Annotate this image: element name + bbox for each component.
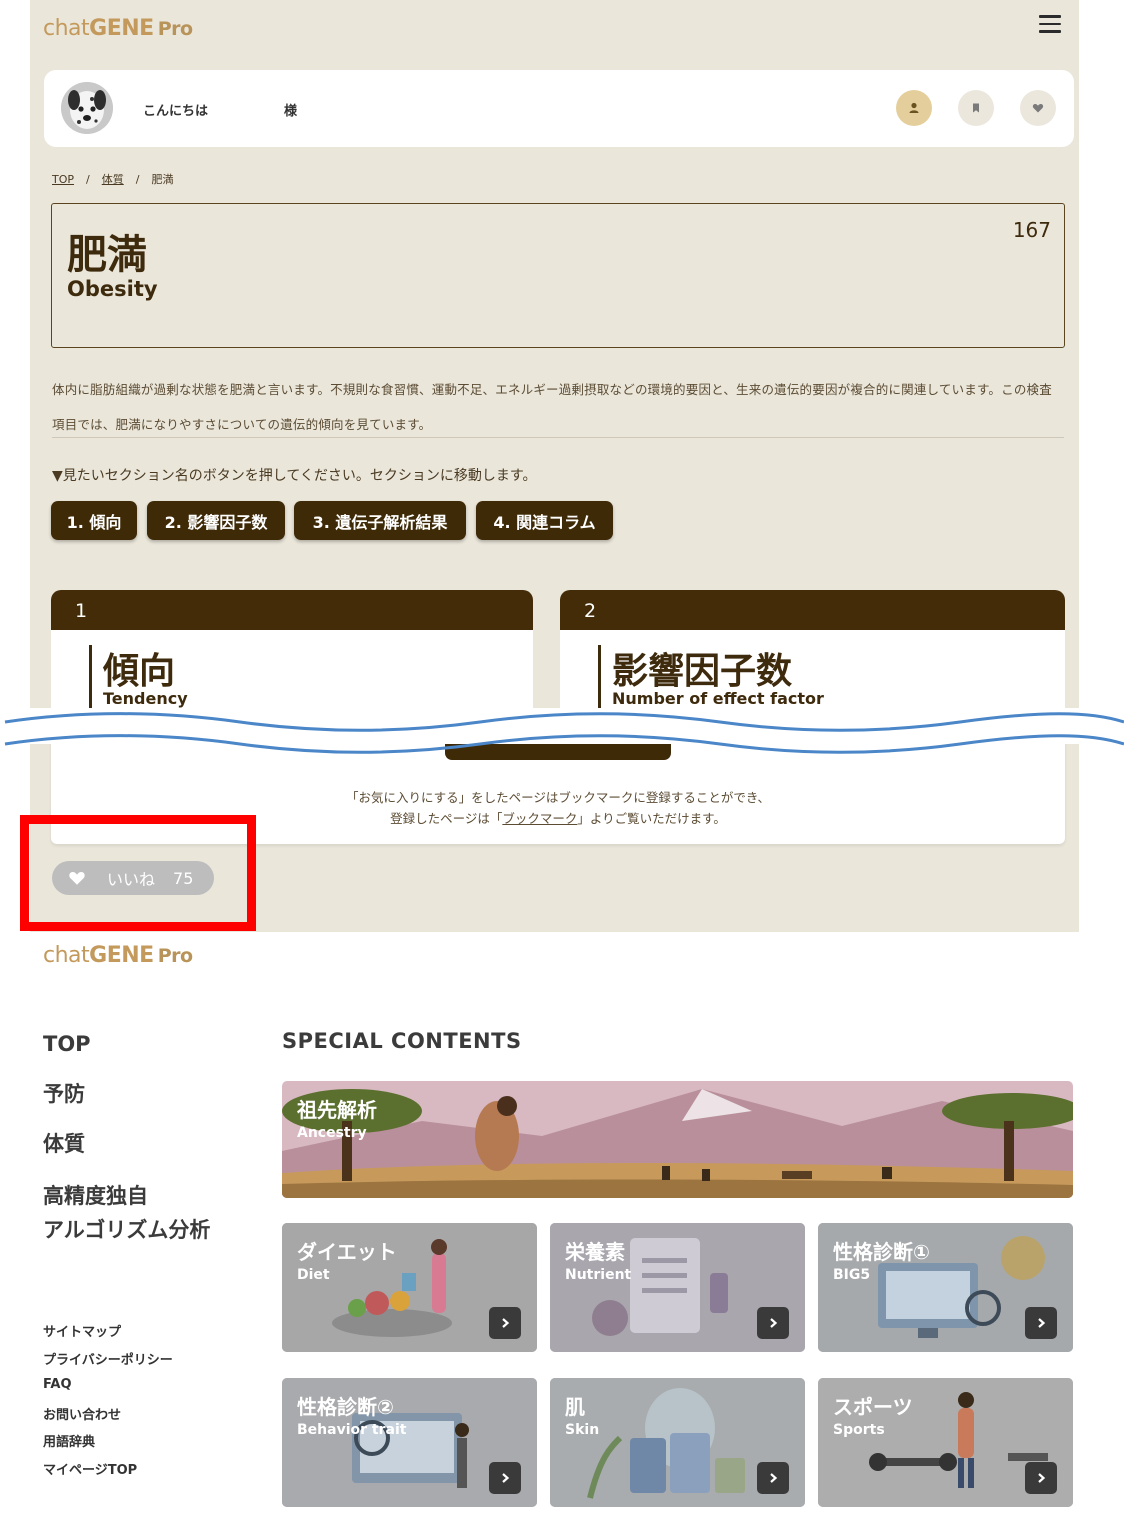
tile-title: ダイエット	[297, 1240, 397, 1264]
section-button-effect-factor[interactable]: 2. 影響因子数	[147, 501, 285, 540]
tile-subtitle: Diet	[297, 1267, 330, 1283]
section-button-tendency[interactable]: 1. 傾向	[51, 501, 137, 540]
tile-title: スポーツ	[833, 1395, 913, 1419]
footer-nav-prevention[interactable]: 予防	[43, 1077, 85, 1111]
footer-link-privacy[interactable]: プライバシーポリシー	[43, 1349, 173, 1368]
section-button-column[interactable]: 4. 関連コラム	[476, 501, 613, 540]
special-contents-title: SPECIAL CONTENTS	[282, 1029, 522, 1053]
highlight-box	[20, 815, 256, 931]
section-card-effect-factor: 2 影響因子数 Number of effect factor	[560, 590, 1065, 720]
bookmark-list-button[interactable]	[958, 90, 994, 126]
item-title-box: 肥満 Obesity 167	[51, 203, 1065, 348]
breadcrumb: TOP / 体質 / 肥満	[52, 173, 174, 186]
chevron-right-icon	[757, 1307, 789, 1339]
footer-nav-algorithm-line1: 高精度独自	[43, 1184, 148, 1208]
footer-link-mypage[interactable]: マイページTOP	[43, 1459, 137, 1478]
tile-title: 性格診断②	[297, 1395, 394, 1419]
item-description: 体内に脂肪組織が過剰な状態を肥満と言います。不規則な食習慣、運動不足、エネルギー…	[52, 382, 1052, 432]
logo-gene: GENE	[89, 16, 154, 41]
logo-chat: chat	[43, 16, 90, 41]
item-count: 167	[1012, 218, 1051, 242]
logo-gene: GENE	[89, 943, 154, 968]
footer-link-contact[interactable]: お問い合わせ	[43, 1404, 121, 1423]
tile-subtitle: Behavior trait	[297, 1422, 407, 1438]
tile-big5[interactable]: 性格診断① BIG5	[818, 1223, 1073, 1352]
honorific-text: 様	[284, 104, 298, 119]
bookmark-link[interactable]: ブックマーク	[502, 811, 577, 826]
tile-skin[interactable]: 肌 Skin	[550, 1378, 805, 1507]
tile-subtitle: BIG5	[833, 1267, 871, 1283]
breadcrumb-top-link[interactable]: TOP	[52, 173, 74, 186]
section-button-gene-result[interactable]: 3. 遺伝子解析結果	[294, 501, 466, 540]
likes-list-button[interactable]	[1020, 90, 1056, 126]
logo-pro: Pro	[157, 945, 193, 967]
chevron-right-icon	[489, 1462, 521, 1494]
bookmark-note-line1: 「お気に入りにする」をしたページはブックマークに登録することができ、	[345, 790, 770, 805]
ancestry-banner[interactable]: 祖先解析 Ancestry	[282, 1081, 1073, 1198]
footer-nav-constitution[interactable]: 体質	[43, 1127, 85, 1161]
page-subtitle: Obesity	[67, 277, 158, 301]
wave-break-divider	[0, 708, 1124, 754]
tile-subtitle: Skin	[565, 1422, 600, 1438]
footer-link-sitemap[interactable]: サイトマップ	[43, 1321, 121, 1340]
chevron-right-icon	[1025, 1462, 1057, 1494]
bookmark-note-post: 」よりご覧いただけます。	[577, 811, 726, 826]
divider	[52, 437, 1064, 438]
ancestry-title: 祖先解析	[297, 1098, 377, 1122]
avatar[interactable]	[61, 82, 113, 134]
heart-icon	[1032, 104, 1044, 113]
card-title: 傾向	[103, 651, 176, 692]
logo-chat: chat	[43, 943, 90, 968]
tile-subtitle: Nutrient	[565, 1267, 632, 1283]
user-icon	[909, 102, 919, 113]
section-card-tendency: 1 傾向 Tendency	[51, 590, 533, 720]
tile-title: 性格診断①	[833, 1240, 930, 1264]
bookmark-note-pre: 登録したページは「	[390, 811, 503, 826]
section-hint: ▼見たいセクション名のボタンを押してください。セクションに移動します。	[52, 468, 537, 484]
ancestry-subtitle: Ancestry	[297, 1125, 367, 1141]
chevron-right-icon	[1025, 1307, 1057, 1339]
card-title: 影響因子数	[612, 651, 793, 692]
tile-subtitle: Sports	[833, 1422, 885, 1438]
footer-nav-algorithm-line2: アルゴリズム分析	[43, 1218, 211, 1242]
footer-nav-top[interactable]: TOP	[43, 1027, 91, 1061]
footer-logo[interactable]: chatGENE Pro	[43, 943, 193, 968]
footer-nav-algorithm[interactable]: 高精度独自 アルゴリズム分析	[43, 1179, 210, 1247]
page-title: 肥満	[67, 232, 147, 278]
tile-sports[interactable]: スポーツ Sports	[818, 1378, 1073, 1507]
tile-behavior-trait[interactable]: 性格診断② Behavior trait	[282, 1378, 537, 1507]
ancestry-illustration	[282, 1081, 1073, 1198]
bookmark-icon	[973, 103, 979, 113]
logo-pro: Pro	[157, 18, 193, 40]
user-card: こんにちは 様	[44, 70, 1074, 147]
tile-diet[interactable]: ダイエット Diet	[282, 1223, 537, 1352]
dalmatian-avatar-image	[61, 82, 113, 134]
greeting-text: こんにちは	[143, 104, 209, 119]
tile-title: 栄養素	[565, 1240, 625, 1264]
tile-nutrient[interactable]: 栄養素 Nutrient	[550, 1223, 805, 1352]
chevron-right-icon	[757, 1462, 789, 1494]
mypage-button[interactable]	[896, 90, 932, 126]
footer-link-glossary[interactable]: 用語辞典	[43, 1431, 95, 1450]
footer-link-faq[interactable]: FAQ	[43, 1377, 72, 1392]
chevron-right-icon	[489, 1307, 521, 1339]
breadcrumb-current: 肥満	[151, 173, 174, 186]
hamburger-icon[interactable]	[1039, 15, 1061, 35]
tile-title: 肌	[565, 1395, 585, 1419]
breadcrumb-taishitsu-link[interactable]: 体質	[102, 173, 124, 186]
header-logo[interactable]: chatGENE Pro	[43, 16, 193, 41]
card-number: 1	[51, 590, 533, 630]
card-number: 2	[560, 590, 1065, 630]
